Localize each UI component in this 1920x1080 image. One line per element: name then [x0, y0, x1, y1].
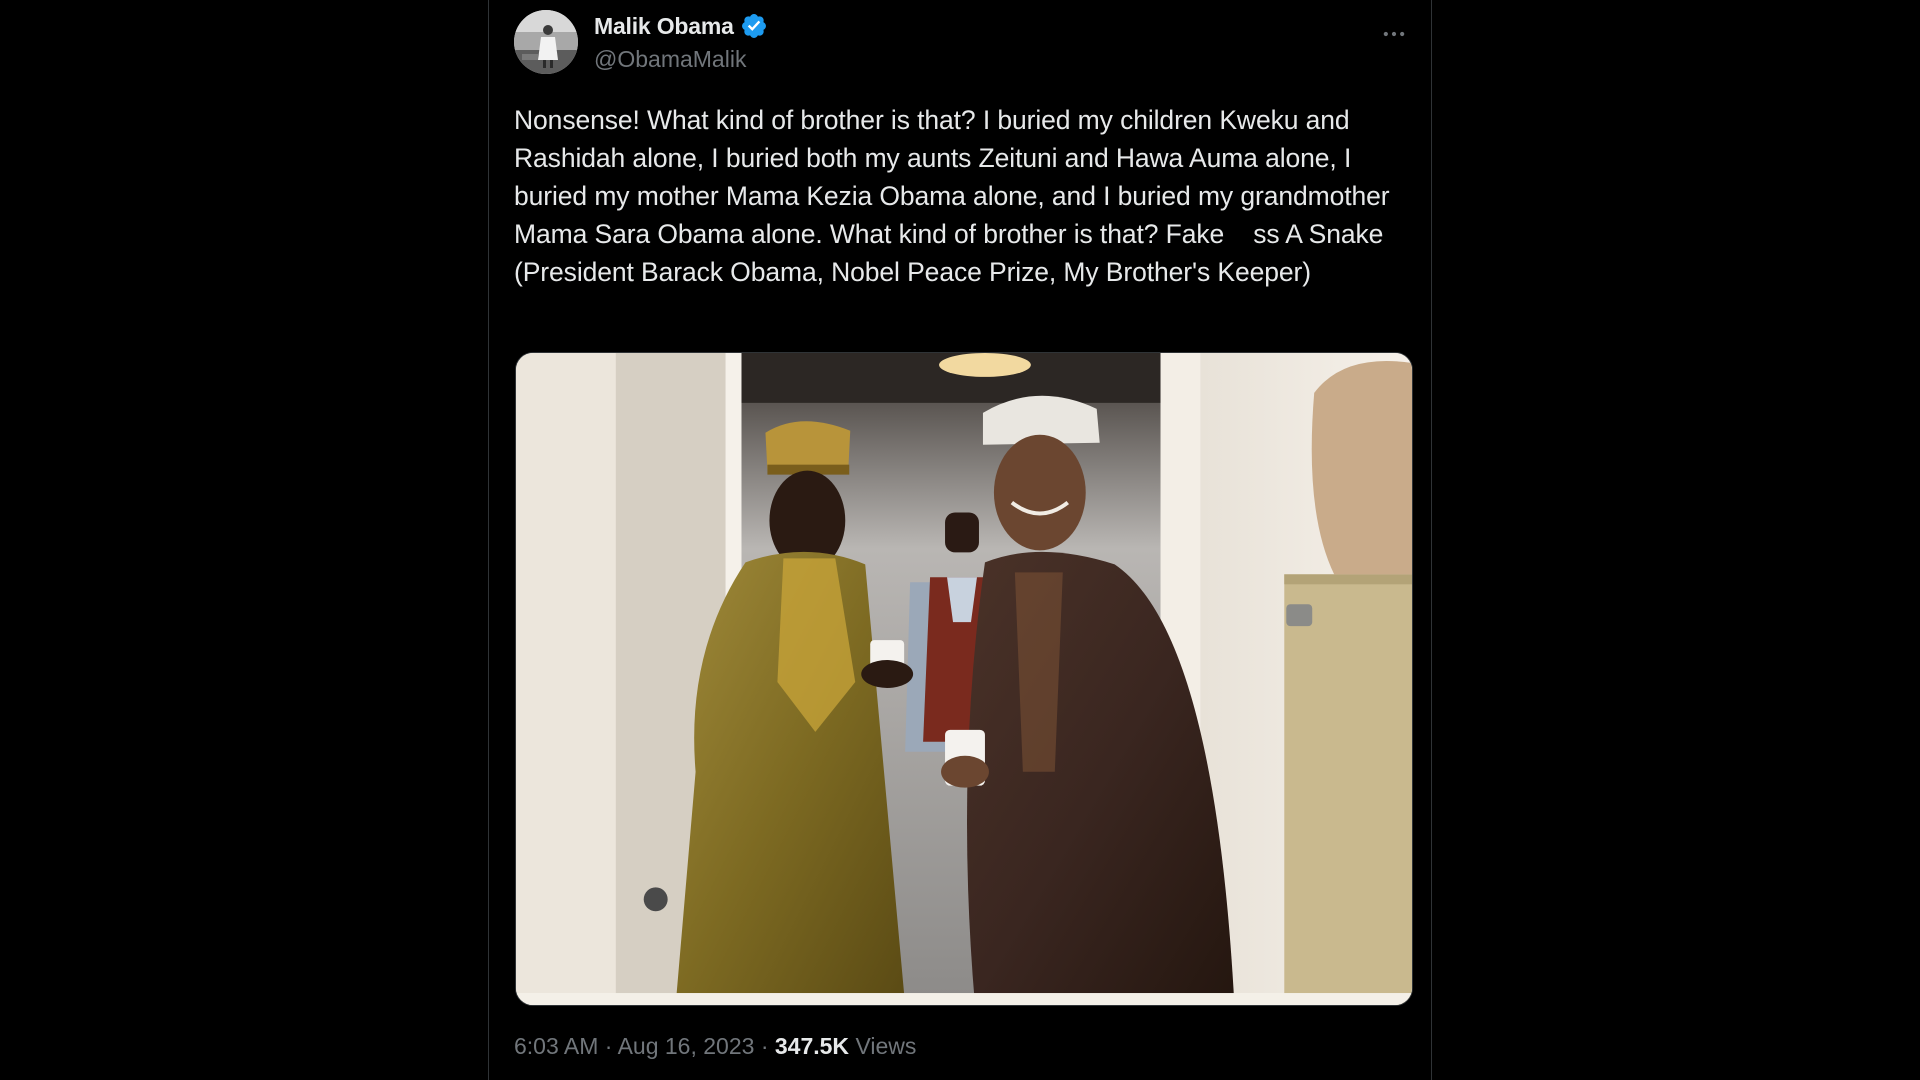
photo-two-men-in-doorway	[516, 353, 1412, 1005]
meta-separator: ·	[604, 1033, 613, 1059]
tweet-date[interactable]: Aug 16, 2023	[618, 1033, 755, 1059]
more-horizontal-icon	[1383, 31, 1405, 37]
tweet-text: Nonsense! What kind of brother is that? …	[514, 105, 1397, 287]
views-label: Views	[855, 1033, 917, 1059]
tweet-time[interactable]: 6:03 AM	[514, 1033, 598, 1059]
tweet-card: Malik Obama @ObamaMalik Nonsense! What k…	[488, 0, 1432, 1080]
author-name-row: Malik Obama	[594, 12, 768, 40]
screenshot-canvas: Malik Obama @ObamaMalik Nonsense! What k…	[0, 0, 1920, 1080]
author-display-name[interactable]: Malik Obama	[594, 13, 734, 40]
meta-separator-2: ·	[760, 1033, 769, 1059]
tweet-header: Malik Obama @ObamaMalik	[514, 10, 1414, 74]
verified-badge-icon[interactable]	[740, 12, 768, 40]
avatar-photo	[514, 10, 578, 74]
tweet-photo[interactable]	[515, 352, 1413, 1006]
author-handle[interactable]: @ObamaMalik	[594, 46, 746, 73]
views-count[interactable]: 347.5K	[775, 1033, 849, 1059]
tweet-meta: 6:03 AM · Aug 16, 2023 · 347.5K Views	[514, 1033, 916, 1060]
more-options-button[interactable]	[1374, 14, 1414, 54]
author-avatar[interactable]	[514, 10, 578, 74]
